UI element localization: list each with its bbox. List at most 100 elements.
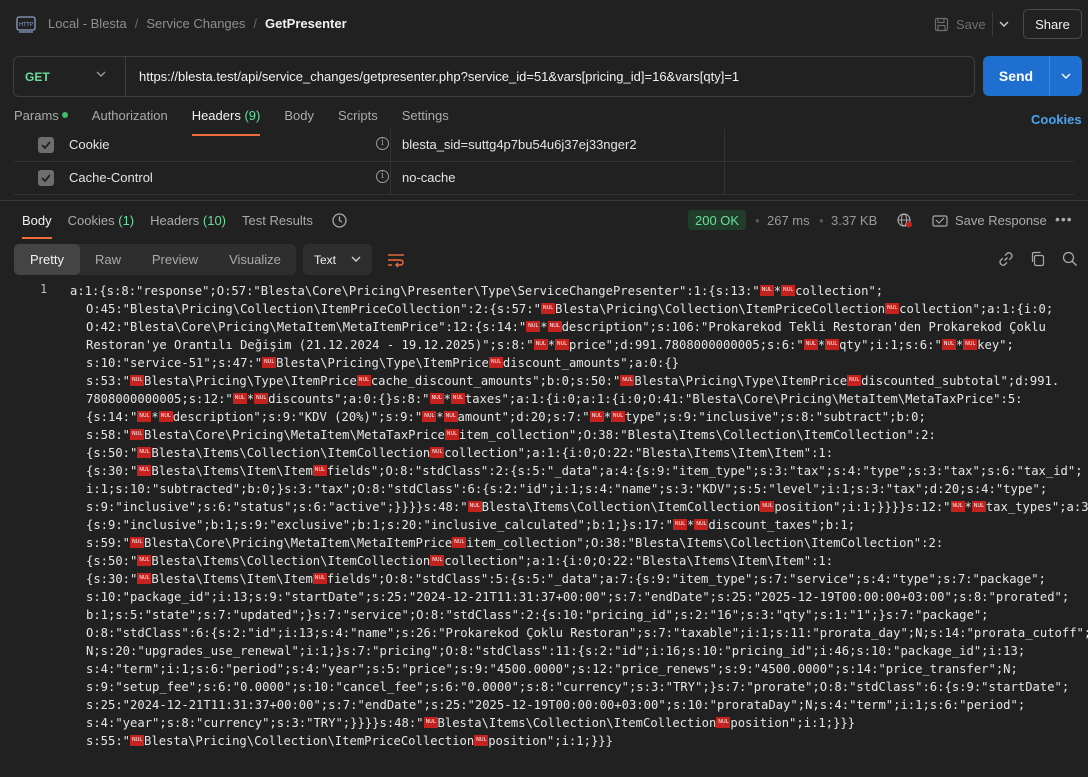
status-badge[interactable]: 200 OK [688, 210, 747, 230]
code-line: s:59:"Blesta\Core\Pricing\MetaItem\MetaI… [86, 534, 943, 552]
code-line: {s:30:"Blesta\Items\Item\Itemfields";O:8… [86, 570, 1046, 588]
check-icon [41, 174, 51, 182]
code-line: {s:14:"*description";s:9:"KDV (20%)";s:9… [86, 408, 926, 426]
nul-char-marker [533, 339, 548, 350]
nul-char-marker [950, 501, 965, 512]
code-line: s:55:"Blesta\Pricing\Collection\ItemPric… [86, 732, 613, 750]
breadcrumb-separator: / [253, 16, 258, 31]
cookies-link[interactable]: Cookies [1031, 112, 1082, 127]
url-input[interactable]: https://blesta.test/api/service_changes/… [139, 69, 739, 84]
response-time[interactable]: 267 ms [767, 213, 810, 228]
code-line: s:4:"term";i:1;s:6:"period";s:4:"year";s… [86, 662, 1018, 676]
info-icon[interactable]: i [376, 137, 389, 150]
nul-char-marker [254, 393, 269, 404]
request-name[interactable]: GetPresenter [265, 16, 347, 31]
code-line: s:58:"Blesta\Core\Pricing\MetaItem\MetaT… [86, 426, 936, 444]
chevron-down-icon [96, 71, 106, 77]
network-globe-icon[interactable] [896, 212, 913, 229]
save-label: Save [956, 16, 986, 32]
nul-char-marker [137, 411, 152, 422]
separator-dot: • [819, 213, 824, 228]
response-body-editor[interactable]: 1 a:1:{s:8:"response";O:57:"Blesta\Core\… [0, 280, 1088, 777]
chevron-down-icon [351, 256, 361, 262]
tab-response-cookies[interactable]: Cookies (1) [68, 213, 134, 239]
nul-char-marker [716, 717, 731, 728]
chevron-down-icon [999, 21, 1008, 27]
cookies-count: (1) [118, 213, 135, 228]
save-response-label: Save Response [955, 213, 1047, 228]
check-icon [41, 141, 51, 149]
code-line: s:10:"package_id";i:13;s:9:"startDate";s… [86, 590, 1070, 604]
nul-char-marker [130, 375, 145, 386]
method-select[interactable]: GET [14, 57, 126, 96]
send-button[interactable]: Send [983, 56, 1049, 96]
search-icon[interactable] [1062, 251, 1078, 267]
nul-char-marker [158, 411, 173, 422]
nul-char-marker [971, 501, 986, 512]
header-value[interactable]: blesta_sid=suttg4p7bu54u6j37ej33nger2 [402, 137, 637, 152]
info-icon[interactable]: i [376, 170, 389, 183]
view-visualize[interactable]: Visualize [214, 244, 296, 275]
breadcrumb: Local - Blesta / Service Changes / GetPr… [48, 16, 347, 31]
save-button[interactable]: Save [934, 12, 986, 36]
header-value[interactable]: no-cache [402, 170, 455, 185]
wrap-lines-icon [388, 254, 404, 268]
code-line: O:8:"stdClass":6:{s:2:"id";i:13;s:4:"nam… [86, 626, 1088, 640]
tab-label: Headers [191, 108, 241, 123]
code-line: Restoran'ye Orantılı Değişim (21.12.2024… [86, 336, 1014, 354]
nul-char-marker [452, 537, 467, 548]
header-enabled-checkbox[interactable] [38, 170, 54, 186]
nul-char-marker [429, 393, 444, 404]
nul-char-marker [488, 357, 503, 368]
breadcrumb-folder[interactable]: Service Changes [146, 16, 245, 31]
nul-char-marker [450, 393, 465, 404]
response-tabs: Body Cookies (1) Headers (10) Test Resul… [22, 213, 329, 239]
tab-response-headers[interactable]: Headers (10) [150, 213, 226, 239]
pane-resize-divider[interactable] [0, 200, 1088, 201]
headers-table: Cookie i blesta_sid=suttg4p7bu54u6j37ej3… [14, 129, 1074, 195]
save-options-dropdown[interactable] [992, 12, 1014, 36]
nul-char-marker [589, 411, 604, 422]
tab-label: Params [14, 108, 59, 123]
nul-char-marker [547, 321, 562, 332]
nul-char-marker [443, 411, 458, 422]
send-options-dropdown[interactable] [1049, 56, 1082, 96]
nul-char-marker [312, 573, 327, 584]
breadcrumb-workspace[interactable]: Local - Blesta [48, 16, 127, 31]
more-options-icon[interactable]: ••• [1055, 211, 1073, 227]
view-preview[interactable]: Preview [136, 244, 214, 275]
nul-char-marker [963, 339, 978, 350]
nul-char-marker [847, 375, 862, 386]
tab-response-body[interactable]: Body [22, 213, 52, 239]
svg-text:HTTP: HTTP [19, 22, 34, 28]
chevron-down-icon [1061, 73, 1071, 79]
format-select[interactable]: Text [303, 244, 372, 275]
view-pretty[interactable]: Pretty [14, 244, 80, 275]
wrap-lines-button[interactable] [382, 246, 410, 274]
header-key[interactable]: Cookie [69, 137, 109, 152]
history-icon[interactable] [331, 212, 348, 229]
code-line: s:9:"inclusive";s:6:"status";s:6:"active… [86, 498, 1088, 516]
nul-char-marker [430, 447, 445, 458]
save-response-button[interactable]: Save Response [932, 213, 1047, 228]
nul-char-marker [759, 285, 774, 296]
headers-count: (9) [244, 108, 261, 123]
response-size[interactable]: 3.37 KB [831, 213, 877, 228]
share-button[interactable]: Share [1023, 9, 1082, 39]
copy-icon[interactable] [1030, 251, 1046, 267]
tab-test-results[interactable]: Test Results [242, 213, 313, 239]
code-line: O:45:"Blesta\Pricing\Collection\ItemPric… [86, 300, 1053, 318]
header-key[interactable]: Cache-Control [69, 170, 153, 185]
nul-char-marker [694, 519, 709, 530]
nul-char-marker [312, 465, 327, 476]
link-icon[interactable] [998, 251, 1014, 267]
separator-dot: • [755, 213, 760, 228]
header-enabled-checkbox[interactable] [38, 137, 54, 153]
nul-char-marker [423, 717, 438, 728]
code-line: {s:50:"Blesta\Items\Collection\ItemColle… [86, 444, 833, 462]
view-raw[interactable]: Raw [80, 244, 136, 275]
format-label: Text [314, 252, 337, 267]
code-line: s:4:"year";s:8:"currency";s:3:"TRY";}}}}… [86, 714, 855, 732]
nul-char-marker [130, 735, 145, 746]
nul-char-marker [356, 375, 371, 386]
